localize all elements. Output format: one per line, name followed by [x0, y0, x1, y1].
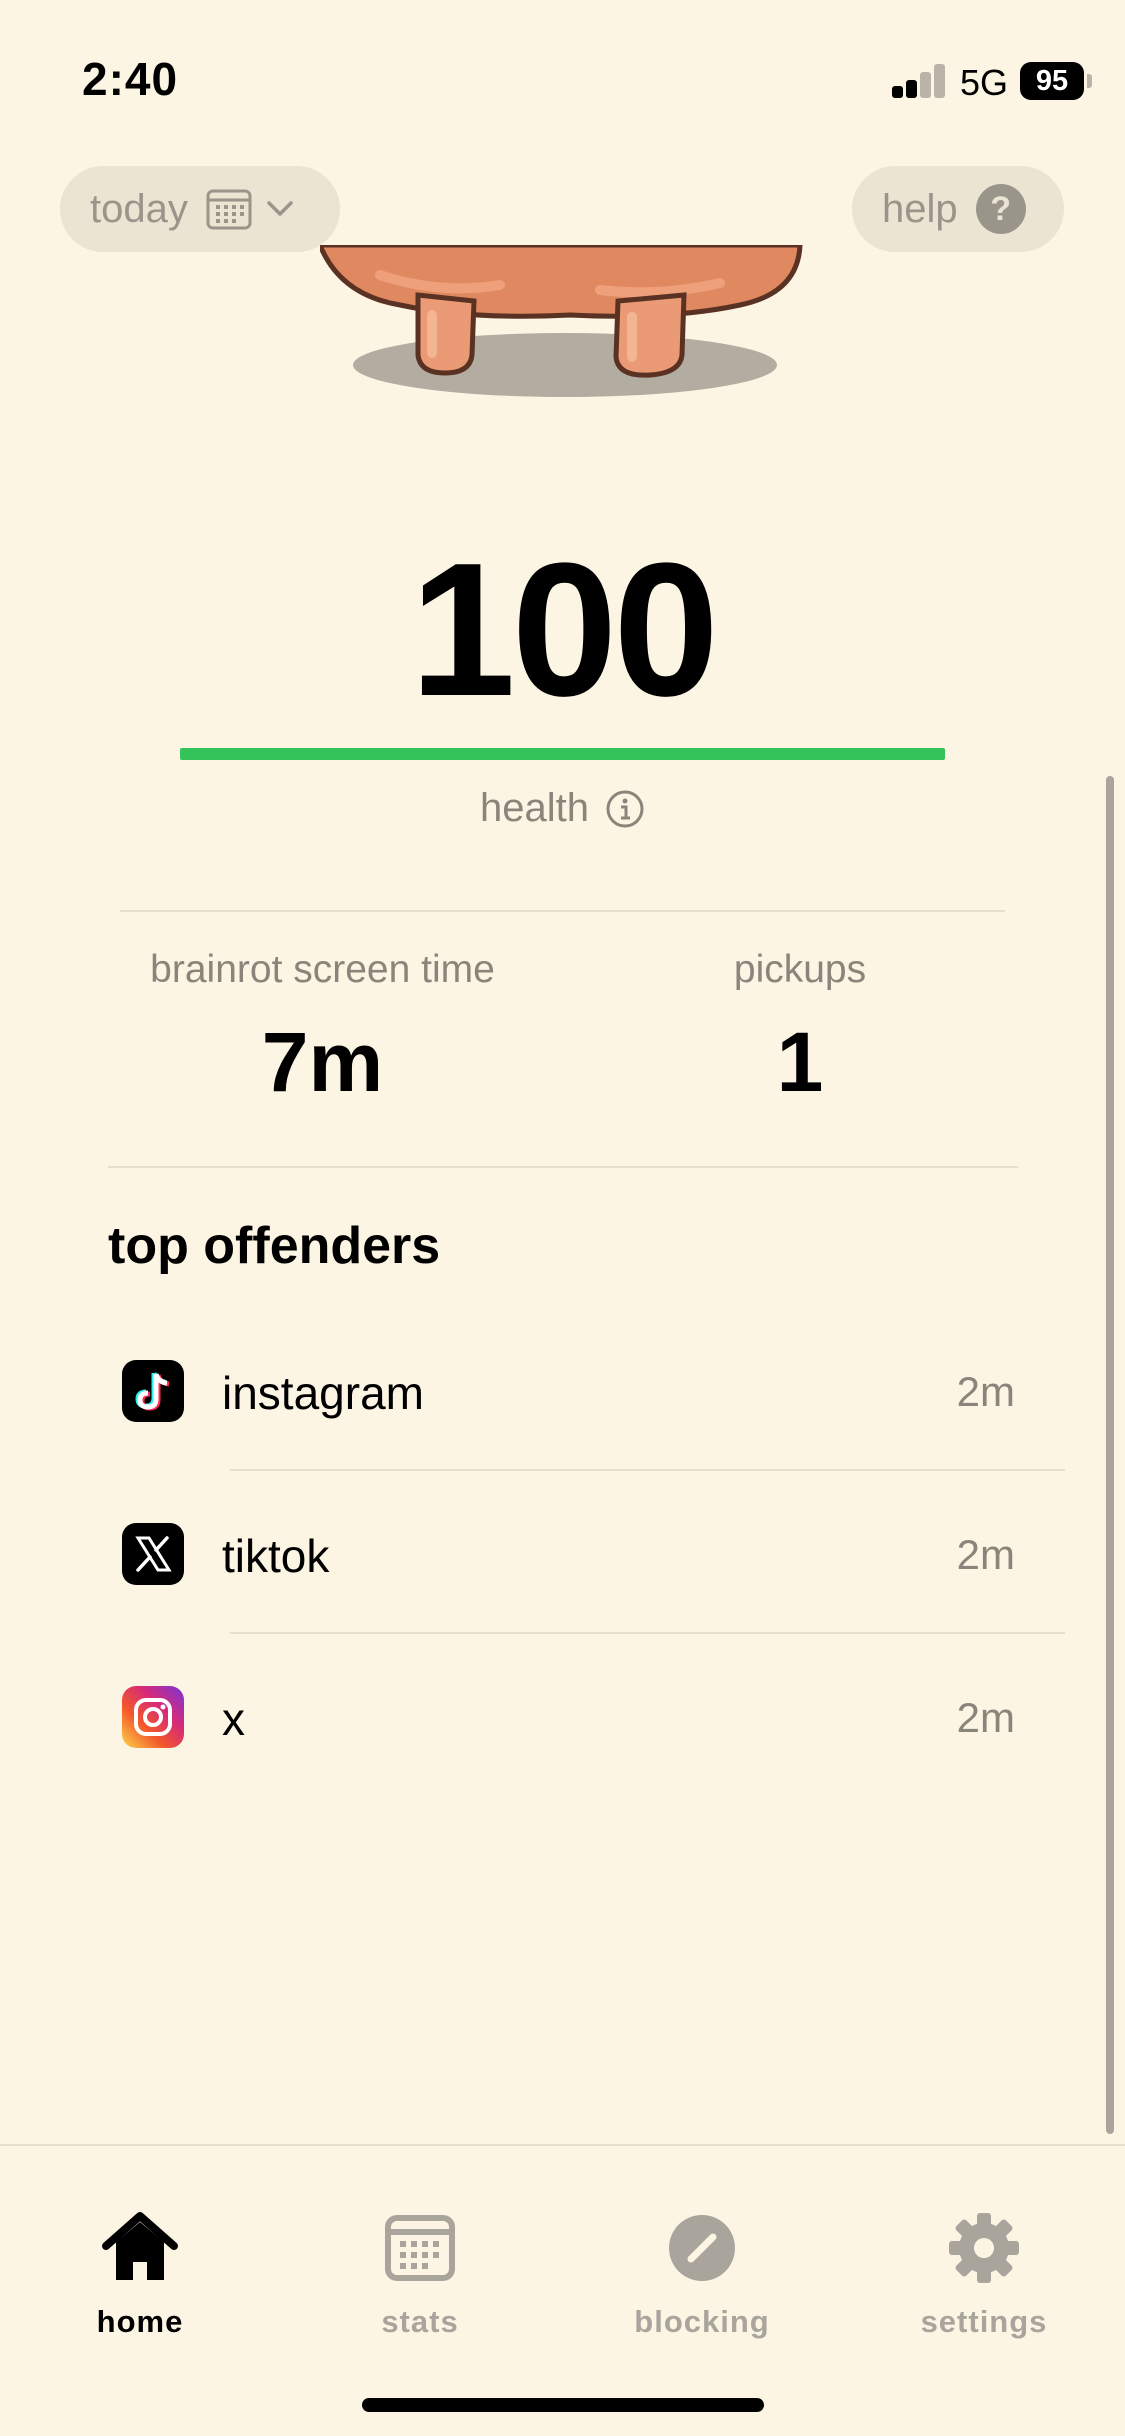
date-filter-button[interactable]: today — [60, 166, 340, 252]
tab-stats-label: stats — [381, 2304, 459, 2339]
screen-time-label: brainrot screen time — [150, 948, 495, 991]
pickups-stat: pickups 1 — [680, 948, 920, 1111]
offender-app-time: 2m — [956, 1531, 1015, 1578]
offender-app-name: tiktok — [222, 1530, 330, 1582]
row-divider — [230, 1469, 1065, 1471]
pickups-label: pickups — [733, 948, 867, 991]
offender-app-time: 2m — [956, 1694, 1015, 1741]
health-score: 100 — [409, 524, 719, 736]
health-bar-fill — [180, 748, 945, 760]
health-label-row[interactable]: health — [0, 786, 1125, 831]
question-mark-icon: ? — [975, 184, 1026, 234]
scrollbar[interactable] — [1106, 776, 1114, 2134]
screen-time-stat: brainrot screen time 7m — [120, 948, 525, 1111]
home-indicator[interactable] — [362, 2398, 764, 2412]
house-icon — [102, 2212, 178, 2280]
tab-stats[interactable]: stats — [320, 2208, 520, 2340]
tab-bar: home stats blocking settings — [0, 2144, 1125, 2436]
offender-app-name: x — [222, 1693, 245, 1745]
tiktok-logo-icon — [122, 1360, 184, 1422]
block-icon — [669, 2215, 735, 2281]
calendar-icon — [206, 189, 252, 230]
date-filter-label: today — [90, 186, 188, 231]
cellular-signal-icon — [892, 64, 946, 98]
battery-icon: 95 — [1020, 62, 1084, 100]
tab-settings[interactable]: settings — [884, 2208, 1084, 2340]
info-icon[interactable] — [605, 789, 645, 829]
pickups-value: 1 — [776, 1015, 824, 1109]
home-screen: 2:40 5G 95 today help ? 100 health brain… — [0, 0, 1125, 2436]
tab-home-label: home — [96, 2304, 184, 2339]
chevron-down-icon — [267, 201, 293, 216]
help-label: help — [882, 186, 958, 231]
mascot-creature-image — [320, 245, 803, 397]
instagram-logo-icon — [122, 1686, 184, 1748]
gear-icon — [949, 2213, 1019, 2283]
offender-row[interactable]: tiktok 2m — [0, 1493, 1125, 1613]
divider — [120, 910, 1005, 912]
top-offenders-title: top offenders — [108, 1217, 441, 1275]
status-time: 2:40 — [82, 53, 179, 105]
battery-cap — [1087, 74, 1092, 88]
tab-settings-label: settings — [920, 2304, 1048, 2339]
row-divider — [230, 1632, 1065, 1634]
x-logo-icon — [122, 1523, 184, 1585]
health-label: health — [480, 786, 589, 830]
help-button[interactable]: help ? — [852, 166, 1064, 252]
status-bar: 2:40 5G 95 — [0, 0, 1125, 150]
tab-blocking[interactable]: blocking — [602, 2208, 802, 2340]
tab-blocking-label: blocking — [634, 2304, 770, 2339]
network-type: 5G — [960, 62, 1009, 103]
offender-row[interactable]: x 2m — [0, 1656, 1125, 1776]
health-bar — [180, 748, 945, 760]
divider — [108, 1166, 1018, 1168]
offender-app-name: instagram — [222, 1367, 424, 1419]
offender-app-time: 2m — [956, 1368, 1015, 1415]
calendar-icon — [385, 2215, 455, 2281]
screen-time-value: 7m — [261, 1015, 384, 1109]
tab-home[interactable]: home — [40, 2208, 240, 2340]
offender-row[interactable]: instagram 2m — [0, 1330, 1125, 1450]
